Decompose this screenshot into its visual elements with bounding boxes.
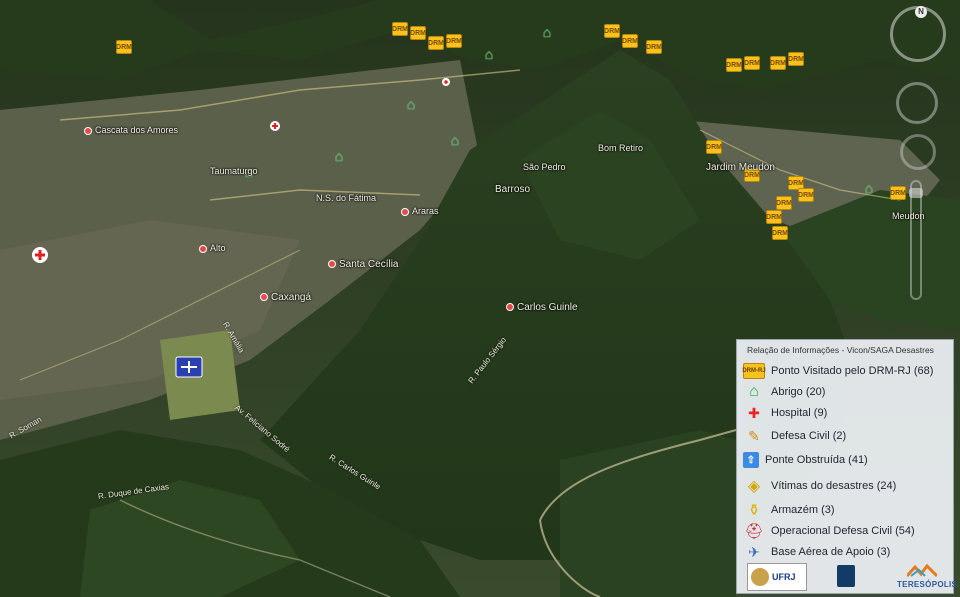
- place-label: Barroso: [495, 184, 531, 195]
- drm-marker[interactable]: DRM: [646, 40, 662, 54]
- abrigo-marker[interactable]: ⌂: [448, 132, 462, 148]
- legend-item: ⇧ Ponte Obstruída (41): [743, 450, 868, 470]
- ponte-obstruida-icon: ⇧: [743, 452, 759, 468]
- legend-label: Hospital (9): [771, 407, 828, 419]
- teresopolis-wave-icon: [907, 564, 937, 578]
- hospital-icon: ✚: [748, 404, 760, 421]
- legend-label: Ponte Obstruída (41): [765, 454, 868, 466]
- legend-title: Relação de Informações - Vicon/SAGA Desa…: [747, 345, 934, 355]
- compass-ring[interactable]: N: [890, 6, 946, 62]
- drm-marker[interactable]: DRM: [410, 26, 426, 40]
- legend-item: ⛑ Operacional Defesa Civil (54): [743, 521, 915, 541]
- place-label: Alto: [199, 243, 226, 253]
- drm-marker[interactable]: DRM: [706, 140, 722, 154]
- place-label: Taumaturgo: [210, 166, 258, 176]
- drm-marker[interactable]: DRM: [770, 56, 786, 70]
- place-label: São Pedro: [523, 162, 566, 172]
- abrigo-icon: ⌂: [749, 383, 759, 400]
- legend-item: ◈ Vítimas do desastres (24): [743, 476, 897, 496]
- drm-marker[interactable]: DRM: [766, 210, 782, 224]
- place-label: Jardim Meudon: [706, 162, 775, 173]
- teresopolis-logo: TERESÓPOLIS: [897, 563, 957, 589]
- legend-label: Ponto Visitado pelo DRM-RJ (68): [771, 365, 934, 377]
- drm-marker[interactable]: DRM: [116, 40, 132, 54]
- place-label: Bom Retiro: [598, 143, 644, 153]
- drm-marker[interactable]: DRM: [446, 34, 462, 48]
- abrigo-marker[interactable]: ⌂: [482, 46, 496, 62]
- operacional-icon: ⛑: [744, 523, 764, 540]
- legend-label: Defesa Civil (2): [771, 430, 847, 442]
- legend-label: Vítimas do desastres (24): [771, 480, 897, 492]
- drm-marker[interactable]: DRM: [798, 188, 814, 202]
- drm-marker[interactable]: DRM: [604, 24, 620, 38]
- legend-label: Base Aérea de Apoio (3): [771, 546, 891, 558]
- drm-icon: DRM-RJ: [742, 363, 766, 379]
- drm-marker[interactable]: DRM: [744, 56, 760, 70]
- legend-label: Armazém (3): [771, 504, 835, 516]
- legend-label: Operacional Defesa Civil (54): [771, 525, 915, 537]
- legend-item: ⚱ Armazém (3): [743, 500, 835, 520]
- look-control[interactable]: [896, 82, 938, 124]
- defesa-civil-icon: ✎: [748, 427, 760, 444]
- abrigo-marker[interactable]: ⌂: [862, 180, 876, 196]
- ufrj-logo: UFRJ: [747, 563, 807, 591]
- legend-item: ⌂ Abrigo (20): [743, 382, 825, 402]
- abrigo-marker[interactable]: ⌂: [332, 148, 346, 164]
- drm-marker[interactable]: DRM: [788, 52, 804, 66]
- drm-marker[interactable]: DRM: [776, 196, 792, 210]
- abrigo-marker[interactable]: ⌂: [404, 96, 418, 112]
- north-indicator[interactable]: N: [915, 6, 927, 18]
- legend-item: ✎ Defesa Civil (2): [743, 426, 846, 446]
- place-label: Caxangá: [260, 292, 311, 303]
- legend-item: ✈ Base Aérea de Apoio (3): [743, 542, 890, 562]
- zoom-handle[interactable]: [909, 188, 923, 198]
- place-label: Santa Cecília: [328, 259, 398, 270]
- lab-logo: [837, 565, 855, 587]
- base-aerea-icon: ✈: [748, 543, 760, 560]
- drm-marker[interactable]: DRM: [428, 36, 444, 50]
- zoom-slider[interactable]: [909, 180, 923, 300]
- navigation-controls[interactable]: N: [890, 4, 950, 304]
- abrigo-marker[interactable]: ⌂: [540, 24, 554, 40]
- place-label: Cascata dos Amores: [84, 125, 178, 135]
- logos-row: UFRJ TERESÓPOLIS: [747, 563, 957, 591]
- legend-item: DRM-RJ Ponto Visitado pelo DRM-RJ (68): [742, 361, 934, 381]
- place-label: Carlos Guinle: [506, 302, 578, 313]
- legend-panel: Relação de Informações - Vicon/SAGA Desa…: [736, 339, 957, 594]
- place-label: Araras: [401, 206, 439, 216]
- armazem-icon: ⚱: [747, 502, 761, 519]
- drm-marker[interactable]: DRM: [392, 22, 408, 36]
- place-label: N.S. do Fátima: [316, 193, 377, 203]
- drm-marker[interactable]: DRM: [772, 226, 788, 240]
- drm-marker[interactable]: DRM: [622, 34, 638, 48]
- legend-item: ✚ Hospital (9): [743, 403, 827, 423]
- drm-marker[interactable]: DRM: [726, 58, 742, 72]
- vitimas-icon: ◈: [747, 478, 761, 495]
- legend-label: Abrigo (20): [771, 386, 826, 398]
- ufrj-seal-icon: [751, 568, 769, 586]
- move-control[interactable]: [900, 134, 936, 170]
